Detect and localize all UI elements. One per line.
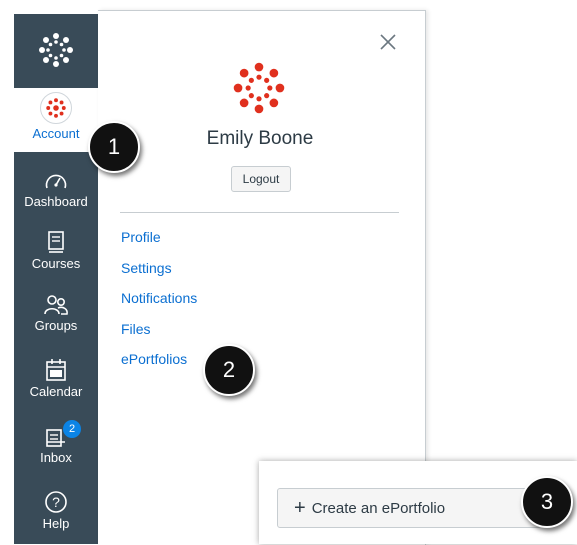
files-link[interactable]: Files (121, 320, 197, 351)
user-name: Emily Boone (206, 128, 314, 149)
sidebar-item-label: Help (42, 516, 70, 531)
create-eportfolio-label: Create an ePortfolio (311, 499, 446, 517)
eportfolios-link[interactable]: ePortfolios (121, 350, 197, 381)
calendar-icon (45, 356, 67, 382)
close-icon[interactable] (378, 32, 398, 52)
inbox-icon: 2 (45, 420, 81, 448)
dashboard-gauge-icon (44, 166, 68, 192)
plus-icon: + (294, 497, 306, 519)
inbox-unread-badge: 2 (63, 420, 81, 438)
sidebar-item-label: Dashboard (24, 194, 88, 209)
global-nav-sidebar: Account Dashboard Courses Groups Calenda… (14, 14, 98, 544)
canvas-avatar-icon (233, 62, 285, 114)
book-icon (46, 228, 66, 254)
sidebar-item-label: Courses (31, 256, 81, 271)
canvas-logo-icon (39, 33, 73, 67)
sidebar-item-dashboard[interactable]: Dashboard (14, 166, 98, 209)
help-icon: ? (44, 488, 68, 514)
sidebar-item-label: Calendar (29, 384, 83, 399)
callout-number: 3 (521, 476, 573, 528)
sidebar-item-account[interactable]: Account (14, 88, 98, 152)
canvas-logo[interactable] (14, 14, 98, 86)
sidebar-item-help[interactable]: ? Help (14, 488, 98, 531)
callout-number: 2 (203, 344, 255, 396)
groups-icon (43, 290, 69, 316)
user-avatar-icon (40, 92, 72, 124)
sidebar-item-label: Account (32, 126, 80, 141)
account-links-list: Profile Settings Notifications Files ePo… (121, 228, 197, 381)
svg-text:?: ? (52, 494, 60, 510)
sidebar-item-courses[interactable]: Courses (14, 228, 98, 271)
sidebar-item-inbox[interactable]: 2 Inbox (14, 420, 98, 465)
callout-number: 1 (88, 121, 140, 173)
sidebar-item-groups[interactable]: Groups (14, 290, 98, 333)
logout-button[interactable]: Logout (231, 166, 291, 192)
sidebar-item-calendar[interactable]: Calendar (14, 356, 98, 399)
create-eportfolio-button[interactable]: + Create an ePortfolio (277, 488, 541, 528)
profile-link[interactable]: Profile (121, 228, 197, 259)
sidebar-item-label: Inbox (40, 450, 72, 465)
notifications-link[interactable]: Notifications (121, 289, 197, 320)
sidebar-item-label: Groups (34, 318, 78, 333)
settings-link[interactable]: Settings (121, 259, 197, 290)
tray-divider (120, 212, 399, 213)
